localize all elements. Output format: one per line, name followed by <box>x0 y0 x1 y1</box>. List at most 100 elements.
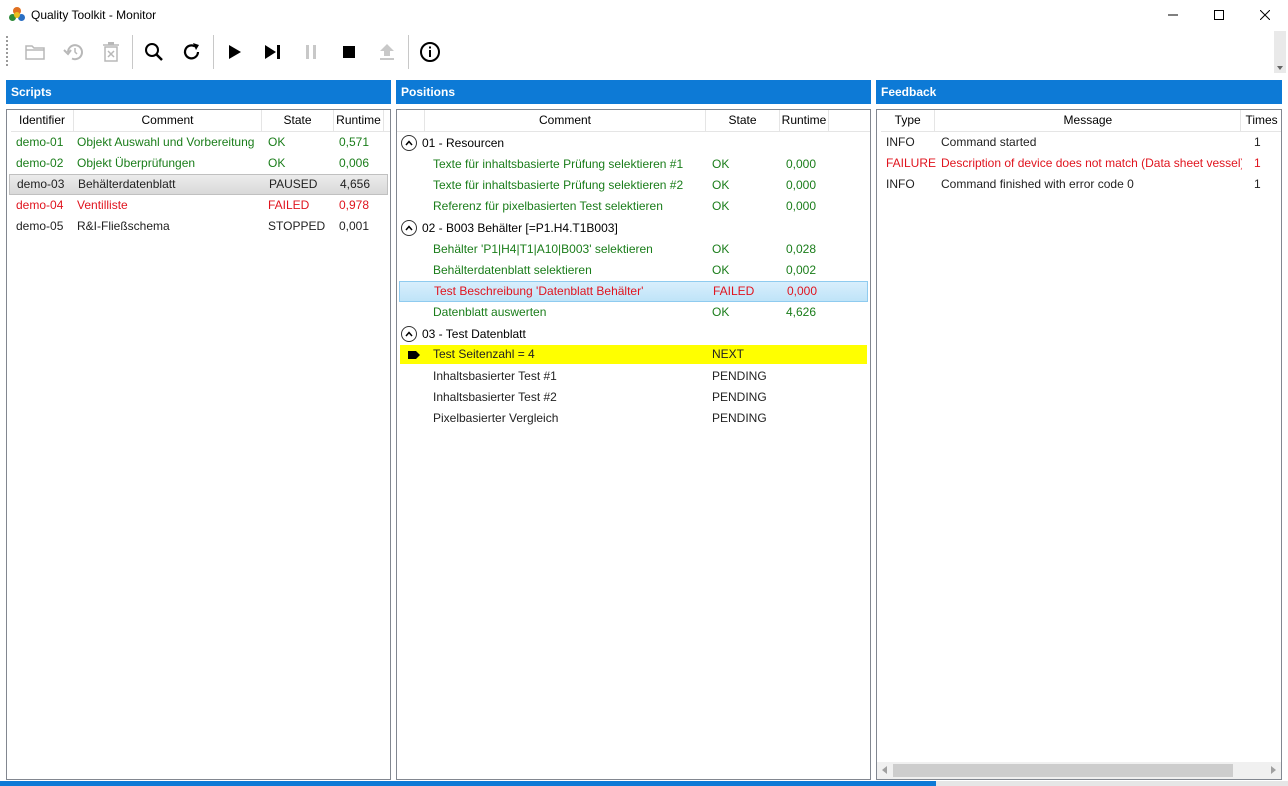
table-row-selected[interactable]: demo-03 Behälterdatenblatt PAUSED 4,656 <box>9 174 388 195</box>
scripts-header: Scripts <box>6 80 391 104</box>
position-comment: Referenz für pixelbasierten Test selekti… <box>433 199 663 213</box>
list-item[interactable]: Texte für inhaltsbasierte Prüfung selekt… <box>397 154 870 175</box>
position-state: OK <box>712 305 730 319</box>
chevron-up-icon <box>405 140 413 146</box>
list-item[interactable]: Inhaltsbasierter Test #2 PENDING <box>397 387 870 408</box>
table-row[interactable]: demo-01 Objekt Auswahl und Vorbereitung … <box>7 132 390 153</box>
toolbar-overflow-scroll[interactable] <box>1274 31 1286 73</box>
stop-button[interactable] <box>330 33 368 71</box>
chevron-right-icon[interactable] <box>1271 766 1276 774</box>
scripts-panel: Scripts Identifier Comment State Runtime… <box>6 80 391 780</box>
info-button[interactable] <box>411 33 449 71</box>
group-title: 01 - Resourcen <box>422 136 505 150</box>
list-item[interactable]: Behälter 'P1|H4|T1|A10|B003' selektieren… <box>397 239 870 260</box>
maximize-icon <box>1214 10 1224 20</box>
position-runtime: 0,000 <box>786 199 817 213</box>
collapse-button[interactable] <box>401 220 417 236</box>
restore-button[interactable] <box>54 33 92 71</box>
position-state: OK <box>712 157 730 171</box>
position-comment: Inhaltsbasierter Test #2 <box>433 390 557 404</box>
column-header-times[interactable]: Times <box>1241 110 1281 132</box>
toolbar-separator <box>408 35 409 69</box>
chevron-left-icon[interactable] <box>882 766 887 774</box>
column-header-runtime[interactable]: Runtime <box>780 110 829 132</box>
list-item[interactable]: Texte für inhaltsbasierte Prüfung selekt… <box>397 175 870 196</box>
step-button[interactable] <box>254 33 292 71</box>
toolbar-grip[interactable] <box>6 36 8 68</box>
feedback-type: FAILURE <box>886 156 936 170</box>
list-item[interactable]: Pixelbasierter Vergleich PENDING <box>397 408 870 429</box>
list-item[interactable]: Datenblatt auswerten OK 4,626 <box>397 302 870 323</box>
column-header-type[interactable]: Type <box>881 110 936 132</box>
minimize-button[interactable] <box>1150 0 1196 30</box>
column-header-identifier[interactable]: Identifier <box>11 110 74 132</box>
position-state: FAILED <box>713 284 755 298</box>
list-item[interactable]: Referenz für pixelbasierten Test selekti… <box>397 196 870 217</box>
column-header-state[interactable]: State <box>262 110 334 132</box>
positions-column-headers: Comment State Runtime <box>397 110 870 132</box>
list-item-next[interactable]: Test Seitenzahl = 4 NEXT <box>400 345 867 364</box>
script-state: PAUSED <box>269 177 318 191</box>
scripts-column-headers: Identifier Comment State Runtime <box>11 110 390 132</box>
feedback-panel: Feedback Type Message Times INFO Command… <box>876 80 1282 780</box>
next-marker-icon <box>400 345 433 364</box>
script-state: OK <box>268 135 286 149</box>
scripts-grid[interactable]: Identifier Comment State Runtime demo-01… <box>6 109 391 780</box>
position-comment: Pixelbasierter Vergleich <box>433 411 559 425</box>
position-runtime: 0,000 <box>786 178 817 192</box>
play-button[interactable] <box>216 33 254 71</box>
list-item[interactable]: Behälterdatenblatt selektieren OK 0,002 <box>397 260 870 281</box>
script-runtime: 0,006 <box>339 156 370 170</box>
horizontal-scrollbar[interactable] <box>877 762 1281 779</box>
script-comment: R&I-Fließschema <box>77 219 170 233</box>
feedback-type: INFO <box>886 135 915 149</box>
list-item-selected[interactable]: Test Beschreibung 'Datenblatt Behälter' … <box>399 281 868 302</box>
collapse-button[interactable] <box>401 135 417 151</box>
table-row[interactable]: demo-04 Ventilliste FAILED 0,978 <box>7 195 390 216</box>
pause-icon <box>306 45 316 59</box>
close-button[interactable] <box>1242 0 1288 30</box>
table-row[interactable]: demo-02 Objekt Überprüfungen OK 0,006 <box>7 153 390 174</box>
column-header-comment[interactable]: Comment <box>74 110 262 132</box>
feedback-header: Feedback <box>876 80 1282 104</box>
column-header-message[interactable]: Message <box>935 110 1242 132</box>
group-header[interactable]: 01 - Resourcen <box>397 132 870 154</box>
search-button[interactable] <box>135 33 173 71</box>
maximize-button[interactable] <box>1196 0 1242 30</box>
chevron-up-icon <box>405 331 413 337</box>
script-comment: Ventilliste <box>77 198 128 212</box>
feedback-grid[interactable]: Type Message Times INFO Command started … <box>876 109 1282 780</box>
chevron-down-icon <box>1277 66 1283 70</box>
group-title: 03 - Test Datenblatt <box>422 327 526 341</box>
upload-button[interactable] <box>368 33 406 71</box>
table-row[interactable]: FAILURE Description of device does not m… <box>877 153 1281 174</box>
table-row[interactable]: demo-05 R&I-Fließschema STOPPED 0,001 <box>7 216 390 237</box>
group-header[interactable]: 02 - B003 Behälter [=P1.H4.T1B003] <box>397 217 870 239</box>
refresh-icon <box>183 43 200 60</box>
group-title: 02 - B003 Behälter [=P1.H4.T1B003] <box>422 221 618 235</box>
group-header[interactable]: 03 - Test Datenblatt <box>397 323 870 345</box>
column-header-comment[interactable]: Comment <box>425 110 706 132</box>
column-header-state[interactable]: State <box>706 110 780 132</box>
delete-button[interactable] <box>92 33 130 71</box>
list-item[interactable]: Inhaltsbasierter Test #1 PENDING <box>397 366 870 387</box>
position-comment: Inhaltsbasierter Test #1 <box>433 369 557 383</box>
position-comment: Texte für inhaltsbasierte Prüfung selekt… <box>433 178 684 192</box>
table-row[interactable]: INFO Command finished with error code 0 … <box>877 174 1281 195</box>
scrollbar-thumb[interactable] <box>893 764 1233 777</box>
refresh-button[interactable] <box>173 33 211 71</box>
positions-grid[interactable]: Comment State Runtime 01 - Resourcen Tex… <box>396 109 871 780</box>
table-row[interactable]: INFO Command started 1 <box>877 132 1281 153</box>
position-runtime <box>786 408 846 429</box>
script-runtime: 4,656 <box>340 177 371 191</box>
feedback-times: 1 <box>1254 135 1261 149</box>
stop-icon <box>343 46 355 58</box>
position-runtime: 0,028 <box>786 242 817 256</box>
column-header-runtime[interactable]: Runtime <box>334 110 384 132</box>
pause-button[interactable] <box>292 33 330 71</box>
script-runtime: 0,978 <box>339 198 370 212</box>
collapse-button[interactable] <box>401 326 417 342</box>
position-runtime: 0,002 <box>786 263 817 277</box>
open-button[interactable] <box>16 33 54 71</box>
chevron-up-icon <box>405 225 413 231</box>
